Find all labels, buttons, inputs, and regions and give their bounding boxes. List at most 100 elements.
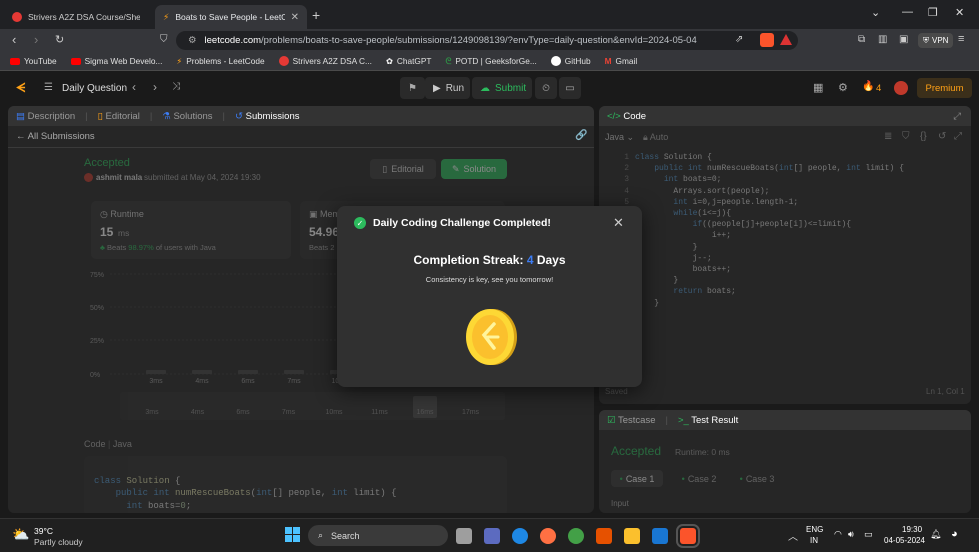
taskbar-search[interactable]: ⌕ Search — [308, 525, 448, 546]
close-tab-icon[interactable]: ✕ — [291, 12, 299, 23]
input-language[interactable]: ENG — [806, 525, 823, 534]
leetcode-logo-icon[interactable]: ᗕ — [16, 80, 25, 96]
vpn-button[interactable]: ⛨ VPN — [918, 33, 954, 48]
task-view-icon[interactable] — [456, 528, 472, 544]
distribution-bar[interactable] — [146, 370, 166, 374]
new-tab-button[interactable]: + — [312, 7, 320, 23]
forward-icon[interactable]: › — [34, 32, 38, 47]
bookmark-icon[interactable]: ⛉ — [902, 131, 910, 142]
tray-chevron-icon[interactable]: ︿ — [788, 528, 798, 543]
submit-button[interactable]: ☁ Submit — [472, 77, 532, 99]
tab-submissions[interactable]: ↺ Submissions — [235, 111, 299, 122]
bookmark-github[interactable]: GitHub — [550, 56, 591, 66]
timer-button[interactable]: ⏲ — [535, 77, 557, 99]
share-icon[interactable]: ⇗ — [735, 34, 743, 45]
auto-mode[interactable]: 🔒︎ Auto — [643, 132, 668, 143]
site-info-icon[interactable]: ⚙ — [188, 35, 197, 46]
clock-time[interactable]: 19:30 — [902, 525, 922, 534]
all-submissions-link[interactable]: ← All Submissions — [16, 131, 95, 142]
volume-icon[interactable]: 🔊︎ — [848, 529, 854, 540]
avatar[interactable] — [894, 81, 908, 95]
prev-problem-icon[interactable]: ‹ — [132, 80, 136, 94]
range-scrubber[interactable] — [120, 392, 505, 420]
code-editor[interactable]: class Solution { public int numRescueBoa… — [635, 152, 965, 320]
back-icon[interactable]: ‹ — [12, 32, 16, 47]
case-3-tab[interactable]: • Case 3 — [731, 470, 783, 487]
brave-shield-icon[interactable] — [760, 33, 774, 47]
teams-icon[interactable] — [484, 528, 500, 544]
braces-icon[interactable]: {} — [920, 131, 927, 142]
reset-icon[interactable]: ↺ — [938, 131, 946, 142]
brave-rewards-icon[interactable] — [780, 34, 792, 45]
tab-testcase[interactable]: ☑ Testcase — [607, 415, 655, 426]
runtime-card[interactable]: ◷ Runtime 15 ms ♣ Beats 98.97% of users … — [91, 201, 291, 259]
bookmark-gfg[interactable]: ᘓ POTD | GeeksforGe... — [445, 56, 536, 67]
bookmark-gmail[interactable]: M Gmail — [605, 56, 638, 66]
problem-list-icon[interactable]: ☰ — [44, 82, 53, 93]
minimize-icon[interactable]: — — [902, 6, 913, 18]
case-2-tab[interactable]: • Case 2 — [673, 470, 725, 487]
battery-icon[interactable]: ▭ — [864, 529, 873, 540]
streak-fire-icon[interactable]: 🔥 — [862, 81, 874, 92]
bookmark-youtube[interactable]: YouTube — [10, 56, 57, 66]
close-window-icon[interactable]: ✕ — [955, 6, 964, 19]
bookmark-leetcode[interactable]: ⚡ Problems - LeetCode — [176, 56, 264, 66]
restore-icon[interactable]: ❐ — [928, 6, 938, 19]
tab-search-icon[interactable]: ⌄ — [871, 6, 880, 19]
reload-icon[interactable]: ↻ — [55, 33, 64, 46]
bookmark-chatgpt[interactable]: ✿ ChatGPT — [386, 56, 432, 66]
distribution-bar[interactable] — [238, 370, 258, 374]
distribution-bar[interactable] — [192, 370, 212, 374]
code-line: while(i<=j){ — [673, 209, 732, 219]
vscode-icon[interactable] — [652, 528, 668, 544]
author-name[interactable]: ashmit mala — [96, 173, 142, 182]
layout-icon[interactable]: ▦ — [813, 81, 823, 94]
chrome-icon[interactable] — [568, 528, 584, 544]
distribution-bar[interactable] — [284, 370, 304, 374]
extensions-icon[interactable]: ⧉ — [858, 34, 865, 45]
run-button[interactable]: ▶ Run — [425, 77, 470, 99]
premium-button[interactable]: Premium — [917, 78, 972, 98]
wallet-icon[interactable]: ▣ — [899, 34, 908, 45]
weather-icon[interactable]: ⛅ — [12, 526, 29, 543]
tab-code[interactable]: </> Code — [607, 111, 646, 122]
editorial-button[interactable]: ▯ Editorial — [370, 159, 436, 179]
settings-gear-icon[interactable]: ⚙ — [838, 81, 848, 94]
bookmark-page-icon[interactable]: ⛉ — [160, 34, 168, 45]
brave-icon[interactable] — [596, 528, 612, 544]
firefox-icon[interactable] — [540, 528, 556, 544]
wifi-icon[interactable]: ◠ — [834, 529, 842, 540]
case-1-tab[interactable]: • Case 1 — [611, 470, 663, 487]
file-explorer-icon[interactable] — [624, 528, 640, 544]
modal-close-icon[interactable]: ✕ — [613, 215, 624, 231]
format-icon[interactable]: ≣ — [884, 131, 892, 142]
debug-button[interactable]: ⚑ — [400, 77, 425, 99]
tab-solutions[interactable]: ⚗ Solutions — [162, 111, 212, 122]
daily-question-link[interactable]: Daily Question — [62, 83, 127, 94]
submitted-code[interactable]: class Solution { public int numRescueBoa… — [84, 456, 507, 513]
browser-tab-leetcode[interactable]: ⚡ Boats to Save People - LeetCode ✕ — [155, 5, 307, 29]
menu-icon[interactable]: ≡ — [958, 33, 964, 45]
tab-test-result[interactable]: >_ Test Result — [678, 415, 738, 426]
bookmark-sigma[interactable]: Sigma Web Develo... — [70, 56, 162, 66]
browser-tab-strivers[interactable]: Strivers A2Z DSA Course/Sheet - Cra — [4, 5, 152, 29]
help-icon[interactable] — [512, 528, 528, 544]
solution-button[interactable]: ✎ Solution — [441, 159, 507, 179]
sidebar-icon[interactable]: ▥ — [878, 34, 887, 45]
link-icon[interactable]: 🔗 — [575, 130, 587, 141]
tab-label: Strivers A2Z DSA Course/Sheet - Cra — [28, 12, 140, 22]
random-problem-icon[interactable]: ⤨ — [172, 81, 180, 92]
fullscreen-icon[interactable]: ⤢ — [954, 131, 962, 142]
bookmark-strivers[interactable]: Strivers A2Z DSA C... — [278, 56, 372, 66]
maximize-icon[interactable]: ⤢ — [953, 111, 961, 122]
tab-editorial[interactable]: ▯ Editorial — [98, 111, 140, 122]
next-problem-icon[interactable]: › — [153, 80, 157, 94]
notes-button[interactable]: ▭ — [559, 77, 581, 99]
address-bar[interactable]: ⚙ leetcode.com/problems/boats-to-save-pe… — [176, 31, 798, 50]
copilot-icon[interactable]: ◕ — [951, 528, 958, 540]
windows-start-icon[interactable] — [285, 527, 300, 542]
language-select[interactable]: Java ⌄ — [605, 132, 634, 143]
tab-description[interactable]: ▤ Description — [16, 111, 75, 122]
brave-active-icon[interactable] — [676, 524, 700, 548]
notification-bell-icon[interactable]: 🔔︎ — [930, 529, 941, 540]
